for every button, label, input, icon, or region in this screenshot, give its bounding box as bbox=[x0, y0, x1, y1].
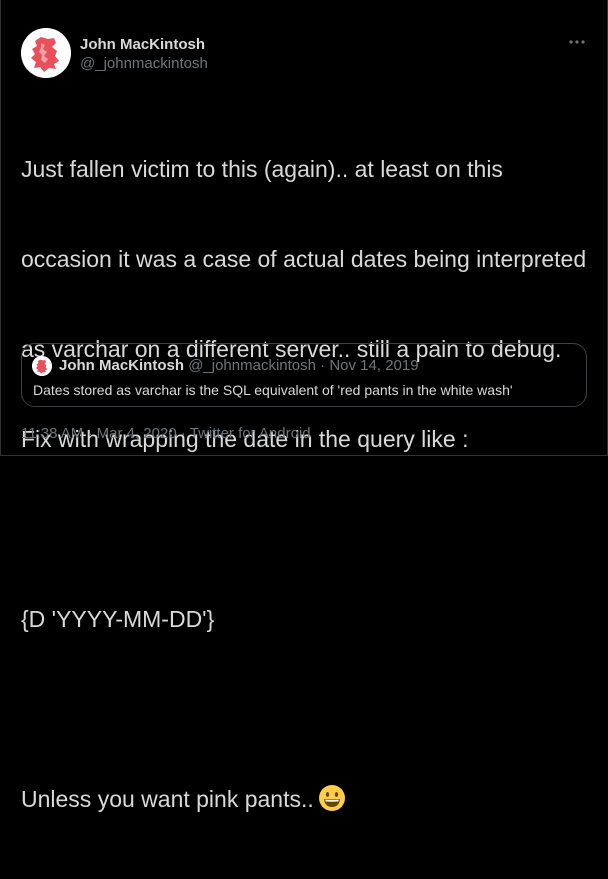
tweet-body-code-line: {D 'YYYY-MM-DD'} bbox=[21, 606, 215, 632]
quoted-author-name: John MacKintosh bbox=[59, 357, 185, 374]
quoted-date: Nov 14, 2019 bbox=[329, 357, 419, 374]
more-horizontal-icon bbox=[569, 40, 585, 44]
more-options-button[interactable] bbox=[565, 30, 589, 54]
tweet-body-line: Unless you want pink pants.. bbox=[21, 786, 314, 812]
author-handle[interactable]: @_johnmackintosh bbox=[80, 55, 208, 73]
tweet-body-line: occasion it was a case of actual dates b… bbox=[21, 246, 587, 272]
author-info: John MacKintosh @_johnmackintosh bbox=[80, 36, 208, 73]
tweet-body-line: Just fallen victim to this (again).. at … bbox=[21, 156, 503, 182]
tweet-footer: 11:38 AM · Mar 4, 2020 · Twitter for And… bbox=[21, 425, 311, 443]
quoted-tweet[interactable]: John MacKintosh @_johnmackintosh · Nov 1… bbox=[21, 343, 587, 407]
quoted-author-avatar bbox=[32, 356, 52, 376]
map-avatar-icon bbox=[32, 356, 52, 376]
author-display-name[interactable]: John MacKintosh bbox=[80, 36, 208, 54]
author-avatar[interactable] bbox=[21, 28, 71, 78]
tweet-body-blank-line bbox=[21, 694, 591, 724]
quoted-tweet-text: Dates stored as varchar is the SQL equiv… bbox=[33, 382, 513, 398]
quoted-tweet-header: John MacKintosh @_johnmackintosh · Nov 1… bbox=[59, 357, 419, 375]
quoted-separator: · bbox=[320, 357, 326, 374]
quoted-author-handle: @_johnmackintosh bbox=[188, 357, 316, 374]
tweet-body-last-line: Unless you want pink pants.. bbox=[21, 784, 591, 819]
tweet-time[interactable]: 11:38 AM bbox=[21, 425, 83, 442]
tweet-card: John MacKintosh @_johnmackintosh Just fa… bbox=[0, 0, 608, 812]
grinning-face-emoji-icon bbox=[318, 784, 346, 819]
tweet-source[interactable]: Twitter for Android bbox=[190, 425, 311, 442]
tweet-body: Just fallen victim to this (again).. at … bbox=[21, 94, 591, 879]
footer-separator: · bbox=[87, 425, 93, 442]
tweet-date[interactable]: Mar 4, 2020 bbox=[97, 425, 177, 442]
tweet-body-blank-line bbox=[21, 514, 591, 544]
footer-separator: · bbox=[180, 425, 186, 442]
map-avatar-icon bbox=[21, 28, 71, 78]
